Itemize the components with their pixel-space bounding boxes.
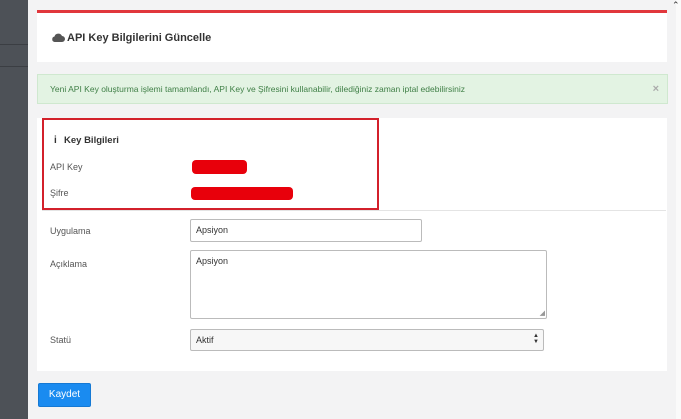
description-text: Apsiyon	[196, 256, 229, 266]
status-select[interactable]: Aktif ▲ ▼	[190, 329, 544, 351]
scrollbar-track[interactable]	[676, 0, 681, 419]
page-title: API Key Bilgilerini Güncelle	[67, 32, 212, 44]
password-label: Şifre	[50, 188, 69, 198]
scroll-arrow-icon[interactable]: ⌃	[672, 0, 680, 11]
page-header-panel: API Key Bilgilerini Güncelle	[37, 10, 667, 62]
resize-handle-icon[interactable]: ◢	[540, 310, 545, 317]
status-label: Statü	[50, 335, 72, 345]
close-icon[interactable]: ×	[653, 75, 659, 103]
description-textarea[interactable]: Apsiyon ◢	[190, 250, 547, 319]
select-arrows-icon: ▲ ▼	[533, 333, 539, 345]
application-input[interactable]: Apsiyon	[190, 219, 422, 242]
cloud-icon	[52, 33, 65, 42]
status-selected-value: Aktif	[196, 335, 214, 345]
sidebar-strip	[0, 0, 28, 419]
description-label: Açıklama	[50, 259, 88, 269]
api-key-redaction	[192, 160, 247, 174]
section-divider	[42, 210, 666, 211]
success-alert: Yeni API Key oluşturma işlemi tamamlandı…	[37, 74, 668, 104]
api-key-label: API Key	[50, 162, 83, 172]
sidebar-divider	[0, 44, 28, 45]
alert-message: Yeni API Key oluşturma işlemi tamamlandı…	[50, 84, 465, 94]
key-info-title: Key Bilgileri	[64, 135, 119, 146]
info-icon: i	[54, 135, 57, 146]
sidebar-divider	[0, 66, 28, 67]
application-label: Uygulama	[50, 226, 91, 236]
save-button[interactable]: Kaydet	[38, 383, 91, 407]
password-redaction	[191, 187, 293, 200]
